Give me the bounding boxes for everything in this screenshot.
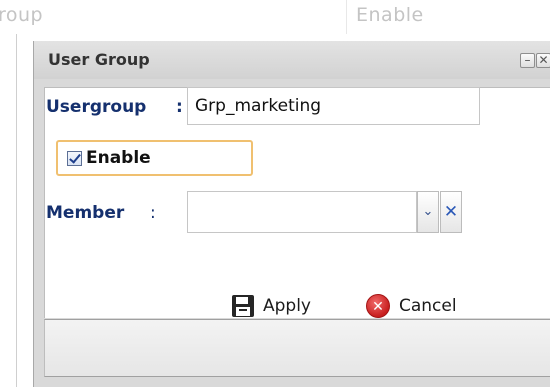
- enable-label: Enable: [86, 148, 151, 168]
- minimize-icon[interactable]: –: [520, 53, 535, 68]
- apply-button-label: Apply: [263, 296, 311, 316]
- usergroup-label: Usergroup: [46, 97, 147, 117]
- member-label: Member: [46, 203, 125, 223]
- background-column-group: roup: [0, 4, 44, 26]
- background-table-header: roup Enable: [0, 0, 550, 34]
- apply-button[interactable]: Apply: [232, 290, 311, 322]
- member-label-colon: :: [150, 203, 156, 223]
- floppy-disk-icon: [232, 295, 254, 317]
- dialog-title-bar[interactable]: User Group – ✕: [34, 41, 550, 79]
- chevron-down-icon[interactable]: ⌄: [417, 191, 439, 233]
- background-column-divider: [346, 0, 347, 34]
- member-select-field[interactable]: [187, 191, 417, 233]
- enable-checkbox[interactable]: [67, 151, 82, 166]
- cancel-circle-icon: ✕: [366, 294, 390, 318]
- close-icon[interactable]: ✕: [536, 53, 550, 68]
- cancel-button[interactable]: ✕ Cancel: [366, 290, 457, 322]
- dialog-footer: [44, 319, 550, 377]
- clear-icon[interactable]: ✕: [440, 191, 462, 233]
- cancel-button-label: Cancel: [399, 296, 457, 316]
- background-column-enable: Enable: [356, 4, 424, 26]
- enable-checkbox-row[interactable]: Enable: [56, 140, 253, 176]
- checkmark-icon: [69, 151, 81, 164]
- background-table-border: [16, 34, 17, 387]
- dialog-title: User Group: [48, 50, 150, 69]
- usergroup-label-colon: :: [176, 97, 183, 117]
- usergroup-input[interactable]: [187, 87, 480, 125]
